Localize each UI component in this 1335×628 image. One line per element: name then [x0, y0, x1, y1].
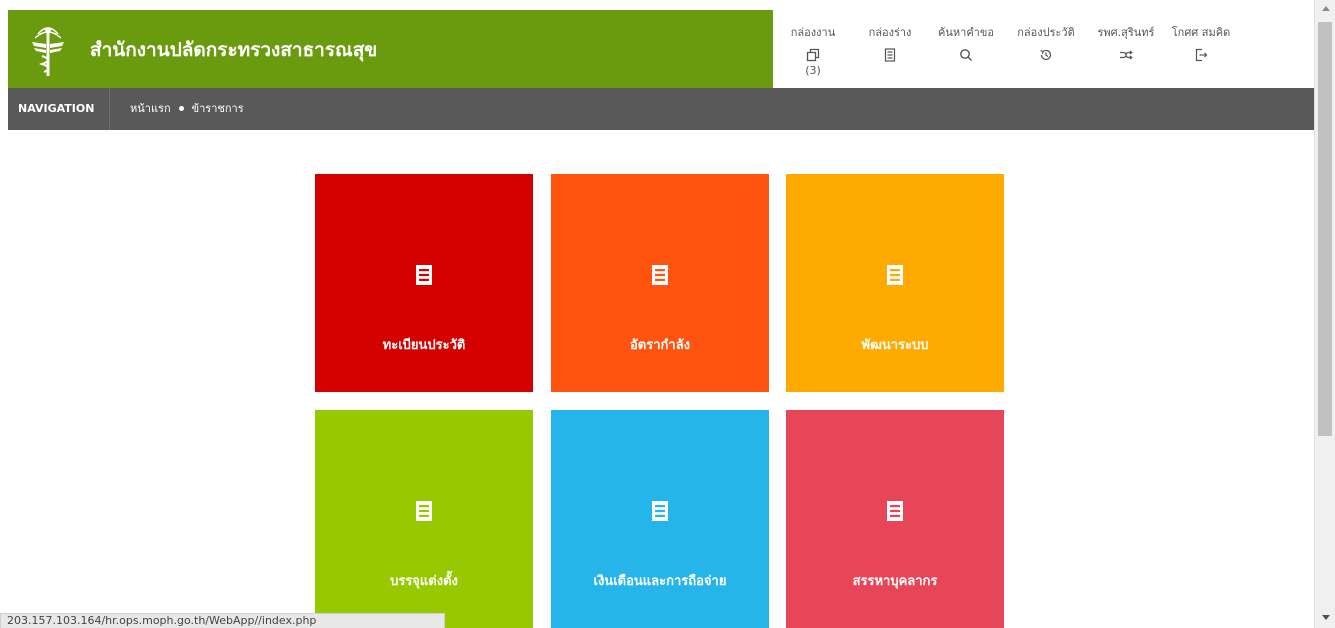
tile-label: พัฒนาระบบ — [861, 338, 929, 353]
app-title: สำนักงานปลัดกระทรวงสาธารณสุข — [90, 39, 378, 61]
search-icon — [959, 48, 973, 62]
tile-label: สรรหาบุคลากร — [852, 574, 938, 589]
topnav-drafts[interactable]: กล่องร่าง — [850, 23, 930, 62]
status-url: 203.157.103.164/hr.ops.moph.go.th/WebApp… — [0, 613, 445, 628]
topnav-inbox-label: กล่องงาน — [790, 26, 836, 39]
list-document-icon — [416, 265, 432, 285]
topnav-hospital[interactable]: รพศ.สุรินทร์ — [1086, 23, 1166, 62]
topnav-inbox-count: (3) — [805, 64, 821, 77]
list-document-icon — [652, 265, 668, 285]
sign-out-icon — [1194, 48, 1208, 62]
topnav-drafts-label: กล่องร่าง — [868, 26, 912, 39]
history-icon — [1039, 48, 1053, 62]
breadcrumb-separator — [178, 105, 184, 111]
shuffle-icon — [1119, 48, 1133, 62]
tile-label: อัตรากำลัง — [629, 338, 691, 353]
brand-bar: สำนักงานปลัดกระทรวงสาธารณสุข — [8, 10, 773, 88]
topnav-hospital-label: รพศ.สุรินทร์ — [1097, 26, 1155, 39]
top-nav: กล่องงาน (3) กล่องร่าง ค้นหาคำขอ กล่องปร… — [773, 10, 1314, 88]
list-document-icon — [416, 501, 432, 521]
tile-label: เงินเดือนและการถือจ่าย — [593, 574, 727, 589]
scroll-down-icon[interactable] — [1322, 615, 1330, 620]
topnav-inbox[interactable]: กล่องงาน (3) — [773, 23, 853, 77]
list-document-icon — [887, 501, 903, 521]
tile-label: ทะเบียนประวัติ — [382, 338, 466, 353]
tile-appointment[interactable]: บรรจุแต่งตั้ง — [315, 410, 533, 628]
tile-label: บรรจุแต่งตั้ง — [390, 574, 458, 589]
topnav-history[interactable]: กล่องประวัติ — [1006, 23, 1086, 62]
list-document-icon — [887, 265, 903, 285]
list-document-icon — [652, 501, 668, 521]
breadcrumb-current: ข้าราชการ — [191, 102, 244, 115]
navigation-bar: NAVIGATION หน้าแรก ข้าราชการ — [8, 88, 1314, 130]
tile-personnel-records[interactable]: ทะเบียนประวัติ — [315, 174, 533, 392]
scroll-up-icon[interactable] — [1322, 6, 1330, 11]
topnav-search[interactable]: ค้นหาคำขอ — [926, 23, 1006, 62]
navigation-toggle[interactable]: NAVIGATION — [8, 88, 110, 130]
breadcrumb-home[interactable]: หน้าแรก — [130, 102, 171, 115]
tile-recruitment[interactable]: สรรหาบุคลากร — [786, 410, 1004, 628]
window-restore-icon — [806, 48, 820, 62]
tile-manpower[interactable]: อัตรากำลัง — [551, 174, 769, 392]
topnav-user-label: โกศศ สมคิด — [1171, 26, 1231, 39]
topnav-history-label: กล่องประวัติ — [1017, 26, 1075, 39]
breadcrumb: หน้าแรก ข้าราชการ — [130, 88, 244, 130]
draft-document-icon — [883, 48, 897, 62]
vertical-scrollbar[interactable] — [1314, 0, 1335, 628]
topnav-search-label: ค้นหาคำขอ — [938, 26, 994, 39]
topnav-user-logout[interactable]: โกศศ สมคิด — [1161, 23, 1241, 62]
header: สำนักงานปลัดกระทรวงสาธารณสุข กล่องงาน (3… — [8, 10, 1314, 88]
scrollbar-thumb[interactable] — [1318, 22, 1332, 436]
tile-development[interactable]: พัฒนาระบบ — [786, 174, 1004, 392]
ministry-emblem-icon[interactable] — [30, 20, 66, 80]
tile-salary[interactable]: เงินเดือนและการถือจ่าย — [551, 410, 769, 628]
page: สำนักงานปลัดกระทรวงสาธารณสุข กล่องงาน (3… — [0, 0, 1335, 628]
